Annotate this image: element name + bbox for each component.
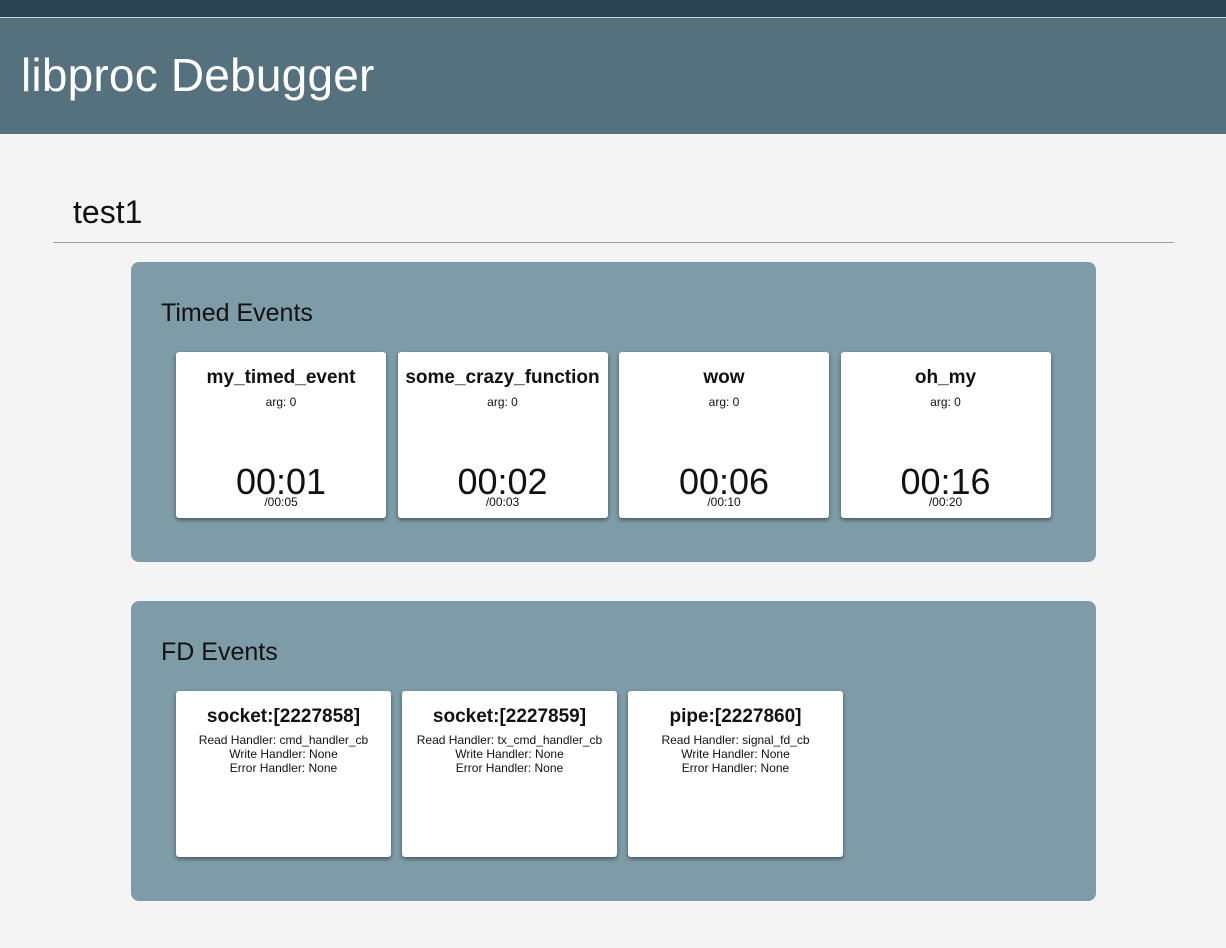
fd-events-list: socket:[2227858] Read Handler: cmd_handl… <box>176 691 854 857</box>
section-divider <box>53 242 1174 243</box>
fd-events-heading: FD Events <box>161 638 278 666</box>
fd-event-card: socket:[2227859] Read Handler: tx_cmd_ha… <box>402 691 617 857</box>
timed-event-arg: arg: 0 <box>708 395 740 409</box>
timed-events-panel: Timed Events my_timed_event arg: 0 00:01… <box>131 262 1096 562</box>
timed-event-interval: /00:05 <box>264 495 298 509</box>
write-handler: Write Handler: None <box>681 747 790 761</box>
timed-event-card: oh_my arg: 0 00:16 /00:20 <box>840 352 1051 518</box>
fd-events-panel: FD Events socket:[2227858] Read Handler:… <box>131 601 1096 901</box>
timed-event-card: some_crazy_function arg: 0 00:02 /00:03 <box>397 352 608 518</box>
fd-event-handlers: Read Handler: tx_cmd_handler_cb Write Ha… <box>402 733 617 775</box>
app-title: libproc Debugger <box>21 49 375 101</box>
write-handler: Write Handler: None <box>455 747 564 761</box>
timed-event-card: my_timed_event arg: 0 00:01 /00:05 <box>176 352 386 518</box>
timed-event-card: wow arg: 0 00:06 /00:10 <box>619 352 829 518</box>
fd-event-card: pipe:[2227860] Read Handler: signal_fd_c… <box>628 691 843 857</box>
fd-event-name: socket:[2227859] <box>432 706 587 727</box>
error-handler: Error Handler: None <box>681 761 790 775</box>
fd-event-name: pipe:[2227860] <box>669 706 802 727</box>
timed-event-name: some_crazy_function <box>405 367 600 388</box>
timed-event-arg: arg: 0 <box>487 395 518 409</box>
top-bar <box>0 0 1226 17</box>
read-handler: Read Handler: signal_fd_cb <box>661 733 810 747</box>
timed-event-name: my_timed_event <box>206 367 356 388</box>
fd-event-handlers: Read Handler: cmd_handler_cb Write Handl… <box>176 733 391 775</box>
timed-event-name: oh_my <box>914 367 977 388</box>
error-handler: Error Handler: None <box>455 761 564 775</box>
app-header: libproc Debugger <box>0 18 1226 134</box>
fd-event-card: socket:[2227858] Read Handler: cmd_handl… <box>176 691 391 857</box>
timed-events-list: my_timed_event arg: 0 00:01 /00:05 some_… <box>176 352 1062 518</box>
timed-event-interval: /00:10 <box>707 495 741 509</box>
timed-events-heading: Timed Events <box>161 299 313 327</box>
read-handler: Read Handler: tx_cmd_handler_cb <box>416 733 603 747</box>
timed-event-arg: arg: 0 <box>930 395 961 409</box>
timed-event-arg: arg: 0 <box>265 395 297 409</box>
read-handler: Read Handler: cmd_handler_cb <box>198 733 369 747</box>
timed-event-interval: /00:03 <box>485 495 520 509</box>
timed-event-name: wow <box>703 367 745 388</box>
process-title: test1 <box>73 194 143 230</box>
write-handler: Write Handler: None <box>229 747 338 761</box>
fd-event-handlers: Read Handler: signal_fd_cb Write Handler… <box>628 733 843 775</box>
fd-event-name: socket:[2227858] <box>206 706 361 727</box>
timed-event-interval: /00:20 <box>928 495 963 509</box>
error-handler: Error Handler: None <box>229 761 338 775</box>
